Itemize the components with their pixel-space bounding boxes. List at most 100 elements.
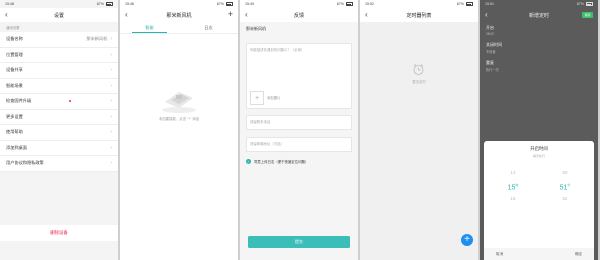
add-timer-button[interactable]: + xyxy=(461,234,473,246)
chevron-right-icon: › xyxy=(110,51,112,58)
settings-item-value: › xyxy=(107,145,112,151)
header: ‹ 设置 xyxy=(0,8,118,22)
minute-option[interactable]: 52 xyxy=(550,192,580,205)
status-time: 15:48 xyxy=(5,2,14,6)
device-label: 那米新风机 xyxy=(240,22,358,34)
submit-button[interactable]: 提交 xyxy=(248,236,350,248)
cancel-button[interactable]: 取消 xyxy=(496,252,503,257)
field-value: 不设置 xyxy=(486,50,496,54)
new-timer-screen: 15:51 87% ‹ 新增定时 保存 开启 08:00 关闭时间 不设置 重复… xyxy=(480,0,598,260)
settings-item[interactable]: 使用帮助 › xyxy=(0,125,118,141)
battery-icon xyxy=(346,2,353,6)
empty-text: 未创建智能，点击 "+" 添加 xyxy=(158,117,200,121)
phone-placeholder: 请留联系电话 xyxy=(250,120,271,124)
status-time: 15:46 xyxy=(125,2,134,6)
field-repeat[interactable]: 重复 执行一次 xyxy=(480,57,598,75)
screenshot-row: 15:48 87% ‹ 设置 通用设置 设备名称 那米新风机 › 位置管理 › 设备共享 ›… xyxy=(0,0,600,260)
device-smart-screen: 15:46 87% ‹ 那米新风机 + 智能 日志 未创建智能，点击 "+" 添… xyxy=(120,0,238,260)
battery-text: 87% xyxy=(96,2,104,6)
status-bar: 15:52 87% xyxy=(360,0,478,8)
description-textarea[interactable]: 你能描述你遇到的问题么？（必填） + 添加图片 xyxy=(246,43,352,109)
status-time: 15:49 xyxy=(245,2,254,6)
upload-log-checkbox[interactable]: ✓ 同意上传日志（便于快速定位问题） xyxy=(246,159,308,164)
battery-text: 87% xyxy=(216,2,224,6)
battery-text: 87% xyxy=(576,2,584,6)
field-off-time[interactable]: 关闭时间 不设置 xyxy=(480,39,598,57)
chevron-right-icon: › xyxy=(110,160,112,167)
page-title: 定时器列表 xyxy=(406,12,432,19)
settings-screen: 15:48 87% ‹ 设置 通用设置 设备名称 那米新风机 › 位置管理 › 设备共享 ›… xyxy=(0,0,118,260)
back-icon[interactable]: ‹ xyxy=(125,10,128,20)
chevron-right-icon: › xyxy=(110,98,112,105)
add-icon[interactable]: + xyxy=(228,9,233,20)
tab-log[interactable]: 日志 xyxy=(179,22,238,33)
alarm-clock-icon xyxy=(413,64,424,75)
hour-wheel[interactable]: 14 15时 16 xyxy=(498,166,528,205)
upload-log-label: 同意上传日志（便于快速定位问题） xyxy=(254,160,309,164)
field-value: 08:00 xyxy=(486,32,494,36)
update-dot-icon xyxy=(68,100,71,103)
battery-text: 87% xyxy=(456,2,464,6)
field-value: 执行一次 xyxy=(486,68,499,72)
status-bar: 15:49 87% xyxy=(240,0,358,8)
minute-wheel[interactable]: 50 51分 52 xyxy=(550,166,580,205)
timer-list-screen: 15:52 87% ‹ 定时器列表 暂无定时 + xyxy=(360,0,478,260)
add-image-label: 添加图片 xyxy=(267,96,281,100)
settings-item-label: 智能场景 xyxy=(6,82,23,88)
settings-item-label: 用户协议和隐私政策 xyxy=(6,160,44,166)
sheet-footer: 取消 确定 xyxy=(484,248,594,260)
save-button[interactable]: 保存 xyxy=(582,12,593,18)
section-title: 通用设置 xyxy=(6,26,20,30)
settings-item[interactable]: 设备共享 › xyxy=(0,63,118,79)
settings-item-value: › xyxy=(107,83,112,89)
page-title: 反馈 xyxy=(293,12,304,19)
chevron-right-icon: › xyxy=(110,144,112,151)
settings-item-label: 设备名称 xyxy=(6,36,23,42)
settings-item[interactable]: 用户协议和隐私政策 › xyxy=(0,156,118,172)
email-input[interactable]: 请留邮箱地址（可选） xyxy=(246,137,352,152)
settings-item-label: 使用帮助 xyxy=(6,129,23,135)
battery-icon xyxy=(466,2,473,6)
field-title: 开启 xyxy=(486,25,494,30)
minute-unit: 分 xyxy=(567,183,571,187)
battery-icon xyxy=(586,2,593,6)
empty-text: 暂无定时 xyxy=(412,80,426,84)
settings-item[interactable]: 添加到桌面 › xyxy=(0,140,118,156)
hour-selected[interactable]: 15时 xyxy=(498,179,528,192)
minute-selected[interactable]: 51分 xyxy=(550,179,580,192)
field-on-time[interactable]: 开启 08:00 xyxy=(480,22,598,39)
back-icon[interactable]: ‹ xyxy=(365,10,368,20)
page-title: 那米新风机 xyxy=(166,12,192,19)
settings-item-value-text: 那米新风机 xyxy=(86,36,108,42)
back-icon[interactable]: ‹ xyxy=(5,10,8,20)
delete-device-button[interactable]: 删除设备 xyxy=(0,225,118,241)
settings-item[interactable]: 检查固件升级 › xyxy=(0,94,118,110)
settings-item[interactable]: 智能场景 › xyxy=(0,78,118,94)
settings-item-value: 那米新风机 › xyxy=(86,36,112,42)
tab-smart[interactable]: 智能 xyxy=(120,22,179,33)
header: ‹ 新增定时 保存 xyxy=(480,8,598,22)
phone-input[interactable]: 请留联系电话 xyxy=(246,115,352,130)
back-icon[interactable]: ‹ xyxy=(485,10,488,20)
feedback-screen: 15:49 87% ‹ 反馈 那米新风机 你能描述你遇到的问题么？（必填） + … xyxy=(240,0,358,260)
settings-item[interactable]: 位置管理 › xyxy=(0,47,118,63)
settings-item[interactable]: 更多设置 › xyxy=(0,109,118,125)
settings-item[interactable]: 设备名称 那米新风机 › xyxy=(0,32,118,48)
email-placeholder: 请留邮箱地址（可选） xyxy=(250,142,284,146)
tab-bar: 智能 日志 xyxy=(120,22,238,34)
minute-option[interactable]: 50 xyxy=(550,166,580,179)
settings-item-label: 设备共享 xyxy=(6,67,23,73)
battery-icon xyxy=(226,2,233,6)
hour-option[interactable]: 14 xyxy=(498,166,528,179)
empty-illustration xyxy=(162,92,196,113)
add-image-button[interactable]: + xyxy=(250,91,264,105)
battery-text: 87% xyxy=(336,2,344,6)
sheet-title: 开启时间 xyxy=(530,146,548,151)
settings-item-value: › xyxy=(107,67,112,73)
confirm-button[interactable]: 确定 xyxy=(575,252,582,257)
hour-option[interactable]: 16 xyxy=(498,192,528,205)
chevron-right-icon: › xyxy=(110,129,112,136)
settings-item-value: › xyxy=(107,160,112,166)
back-icon[interactable]: ‹ xyxy=(245,10,248,20)
field-title: 关闭时间 xyxy=(486,42,502,47)
